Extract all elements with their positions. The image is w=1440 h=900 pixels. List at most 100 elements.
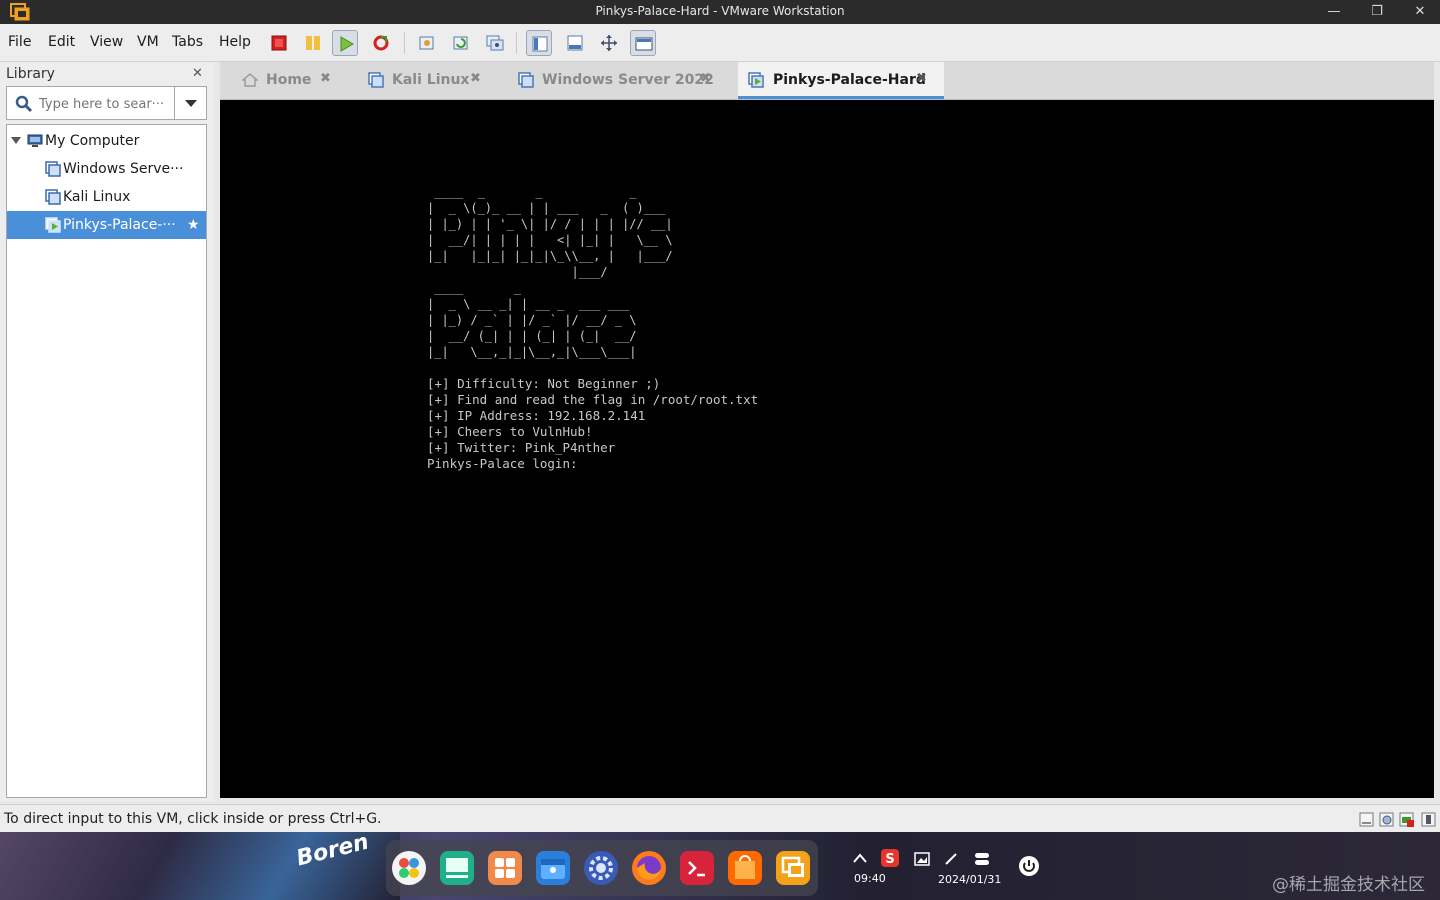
tree-item-pinkys-palace[interactable]: Pinkys-Palace-··· ★ [7, 211, 206, 239]
suspend-button[interactable] [300, 30, 326, 56]
tree-item-label: My Computer [45, 133, 140, 149]
tree-item-label: Windows Serve··· [63, 161, 184, 177]
search-dropdown-button[interactable] [174, 87, 207, 119]
running-vm-icon [45, 217, 61, 233]
tab-windows-server-2022[interactable]: Windows Server 2022 ✖ [496, 62, 738, 99]
tree-item-windows-server[interactable]: Windows Serve··· [7, 155, 206, 183]
menu-tabs[interactable]: Tabs [172, 34, 203, 50]
vm-icon [45, 189, 61, 205]
clock-date[interactable]: 2024/01/31 [938, 873, 1001, 886]
multitask-view-icon[interactable] [440, 851, 474, 885]
pause-icon [306, 36, 320, 50]
unity-view-button[interactable] [630, 30, 656, 56]
restart-icon [373, 35, 389, 51]
minimize-button[interactable]: — [1320, 2, 1348, 22]
firefox-icon[interactable] [632, 851, 666, 885]
search-input[interactable] [39, 94, 173, 114]
shopping-app-icon[interactable] [728, 851, 762, 885]
vm-icon [368, 72, 384, 88]
tab-label: Pinkys-Palace-Hard [773, 72, 926, 88]
app-store-icon[interactable] [488, 851, 522, 885]
tab-close-icon[interactable]: ✖ [700, 71, 711, 86]
desktop-taskbar: Boren 09:40 S 2024/01/31 @稀土掘金技术社区 [0, 832, 1440, 900]
chevron-up-icon[interactable] [852, 852, 868, 864]
dock [386, 840, 818, 896]
status-bar: To direct input to this VM, click inside… [0, 804, 1440, 832]
snapshot-icon [419, 36, 434, 50]
file-manager-icon[interactable] [536, 851, 570, 885]
settings-icon[interactable] [584, 851, 618, 885]
tree-item-label: Kali Linux [63, 189, 131, 205]
menu-edit[interactable]: Edit [48, 34, 75, 50]
favorite-star-icon[interactable]: ★ [187, 211, 200, 239]
pen-icon[interactable] [944, 852, 958, 866]
tab-close-icon[interactable]: ✖ [320, 71, 331, 86]
tab-kali-linux[interactable]: Kali Linux ✖ [344, 62, 496, 99]
svg-text:S: S [885, 852, 894, 867]
library-close-icon[interactable]: ✕ [192, 66, 203, 81]
tab-close-icon[interactable]: ✖ [470, 71, 481, 86]
menu-vm[interactable]: VM [137, 34, 159, 50]
library-view-icon [532, 36, 548, 52]
hard-disk-icon[interactable] [1358, 811, 1375, 828]
thumbnail-bar-icon [567, 35, 583, 51]
stop-icon [271, 35, 287, 51]
console-view-icon [635, 37, 653, 51]
revert-snapshot-button[interactable] [448, 30, 474, 56]
screenshot-icon[interactable] [914, 852, 930, 866]
vmware-dock-icon[interactable] [776, 851, 810, 885]
window-title: Pinkys-Palace-Hard - VMware Workstation [595, 4, 845, 18]
toolbar-separator [516, 32, 517, 54]
tab-home[interactable]: Home ✖ [220, 62, 344, 99]
tab-label: Kali Linux [392, 72, 470, 88]
revert-icon [453, 36, 468, 50]
play-icon [340, 36, 354, 52]
running-vm-icon [748, 72, 764, 88]
show-library-button[interactable] [526, 30, 552, 56]
chevron-down-icon [185, 100, 197, 107]
terminal-icon[interactable] [680, 851, 714, 885]
tree-item-label: Pinkys-Palace-··· [63, 217, 176, 233]
control-center-icon[interactable] [974, 851, 990, 867]
show-thumbnail-bar-button[interactable] [562, 30, 588, 56]
ascii-banner: ____ _ _ _ | _ \(_)_ __ | | ___ _ ( )___… [427, 185, 673, 359]
power-on-button[interactable] [332, 30, 358, 56]
menu-view[interactable]: View [90, 34, 123, 50]
watermark-text: @稀土掘金技术社区 [1272, 875, 1425, 895]
usb-device-icon[interactable] [1420, 811, 1437, 828]
power-icon[interactable] [1018, 855, 1040, 877]
launcher-icon[interactable] [392, 851, 426, 885]
computer-icon [27, 134, 43, 147]
status-text: To direct input to this VM, click inside… [4, 811, 382, 827]
tab-pinkys-palace-hard[interactable]: Pinkys-Palace-Hard ✖ [738, 62, 944, 99]
menu-help[interactable]: Help [219, 34, 251, 50]
tab-label: Windows Server 2022 [542, 72, 714, 88]
title-bar: Pinkys-Palace-Hard - VMware Workstation … [0, 0, 1440, 24]
network-adapter-icon[interactable] [1398, 811, 1415, 828]
clock-time[interactable]: 09:40 [854, 872, 886, 885]
input-method-icon[interactable]: S [880, 848, 900, 868]
power-off-button[interactable] [266, 30, 292, 56]
maximize-button[interactable]: ❐ [1363, 2, 1391, 22]
expand-arrow-icon[interactable] [11, 137, 21, 145]
vm-console[interactable]: ____ _ _ _ | _ \(_)_ __ | | ___ _ ( )___… [220, 100, 1434, 798]
tree-item-my-computer[interactable]: My Computer [7, 127, 206, 155]
restart-button[interactable] [368, 30, 394, 56]
library-title: Library [6, 66, 55, 82]
tab-bar: Home ✖ Kali Linux ✖ Windows Server 2022 … [220, 62, 1434, 100]
search-icon [15, 95, 33, 113]
menu-file[interactable]: File [8, 34, 31, 50]
tab-close-icon[interactable]: ✖ [916, 71, 927, 86]
vm-icon [45, 161, 61, 177]
fullscreen-icon [601, 35, 617, 51]
tree-item-kali-linux[interactable]: Kali Linux [7, 183, 206, 211]
snapshot-button[interactable] [414, 30, 440, 56]
close-button[interactable]: ✕ [1406, 2, 1434, 22]
library-panel: Library ✕ My Computer Windows Serve··· K… [0, 62, 214, 802]
full-screen-button[interactable] [596, 30, 622, 56]
snapshot-manager-button[interactable] [482, 30, 508, 56]
vm-tree: My Computer Windows Serve··· Kali Linux … [6, 124, 207, 798]
cd-dvd-icon[interactable] [1378, 811, 1395, 828]
tab-label: Home [266, 72, 312, 88]
console-text: [+] Difficulty: Not Beginner ;) [+] Find… [427, 376, 759, 471]
